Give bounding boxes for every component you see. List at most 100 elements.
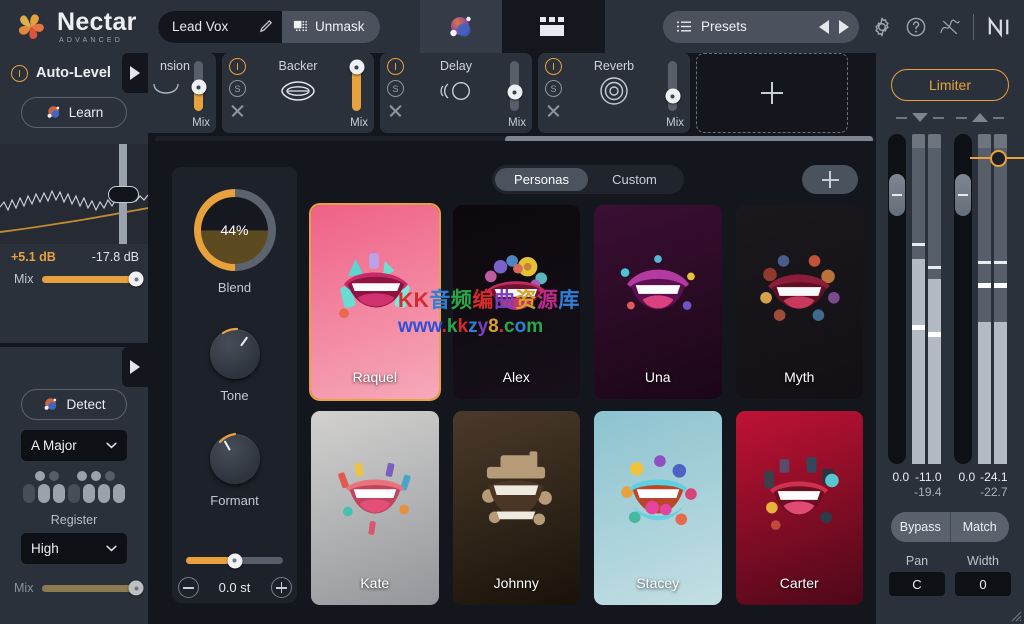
formant-label: Formant xyxy=(210,493,260,508)
autolevel-panel: Auto-Level Learn xyxy=(0,53,148,343)
meters xyxy=(886,134,1014,464)
autolevel-mix-slider[interactable] xyxy=(42,276,136,283)
gear-icon[interactable] xyxy=(871,16,893,38)
delay-icon xyxy=(439,80,473,102)
list-icon xyxy=(677,21,691,32)
module-power-button[interactable] xyxy=(387,58,404,75)
key-expand-button[interactable] xyxy=(122,347,148,387)
output-gain-value: 0.0 xyxy=(958,470,975,500)
tone-knob[interactable]: Tone xyxy=(210,329,260,403)
chevron-down-icon xyxy=(106,442,117,449)
persona-card-carter[interactable]: Carter xyxy=(736,411,864,605)
key-mix-label: Mix xyxy=(14,581,33,595)
limiter-label: Limiter xyxy=(929,77,971,93)
autolevel-title: Auto-Level xyxy=(36,65,111,81)
persona-card-stacey[interactable]: Stacey xyxy=(594,411,722,605)
signal-path-icon[interactable] xyxy=(939,16,961,38)
header-divider xyxy=(973,14,974,40)
output-meter-left xyxy=(978,134,991,464)
module-power-button[interactable] xyxy=(545,58,562,75)
blend-knob[interactable]: 44% Blend xyxy=(194,189,276,295)
module-delay[interactable]: Delay S Mix xyxy=(380,53,532,133)
module-remove-button[interactable] xyxy=(387,102,404,119)
tab-custom[interactable]: Custom xyxy=(588,168,681,191)
module-remove-button[interactable] xyxy=(545,102,562,119)
module-remove-button[interactable] xyxy=(229,102,246,119)
add-module-button[interactable] xyxy=(696,53,848,133)
modules-layout-icon xyxy=(538,16,568,38)
module-mix-fader[interactable] xyxy=(194,61,203,111)
right-panel: Limiter xyxy=(876,53,1024,624)
plus-icon xyxy=(761,82,783,104)
pan-value[interactable]: C xyxy=(889,572,945,596)
persona-card-johnny[interactable]: Johnny xyxy=(453,411,581,605)
formant-slider[interactable] xyxy=(186,557,283,564)
preset-prev-button[interactable] xyxy=(819,20,829,34)
formant-decrement-button[interactable] xyxy=(178,577,199,598)
key-detect-button[interactable]: Detect xyxy=(21,389,127,420)
autolevel-expand-button[interactable] xyxy=(122,53,148,93)
tab-personas[interactable]: Personas xyxy=(495,168,588,191)
input-readout: 0.0 -11.0 -19.4 xyxy=(887,470,947,500)
input-rms-value: -19.4 xyxy=(914,485,941,500)
bypass-button[interactable]: Bypass xyxy=(891,512,950,542)
output-peak-value: -24.1 xyxy=(980,470,1007,484)
module-solo-button[interactable]: S xyxy=(229,80,246,97)
module-mix-fader[interactable] xyxy=(668,61,677,111)
persona-name: Raquel xyxy=(311,369,439,399)
module-mix-fader[interactable] xyxy=(510,61,519,111)
unmask-button[interactable]: Unmask xyxy=(282,11,380,43)
module-solo-button[interactable]: S xyxy=(545,80,562,97)
autolevel-gain-value: +5.1 dB xyxy=(11,250,56,264)
persona-card-kate[interactable]: Kate xyxy=(311,411,439,605)
input-gain-slider[interactable] xyxy=(888,134,906,464)
resize-grip-icon[interactable] xyxy=(1008,608,1022,622)
meter-readouts: 0.0 -11.0 -19.4 0.0 -24.1 -22.7 xyxy=(876,470,1024,500)
persona-card-una[interactable]: Una xyxy=(594,205,722,399)
persona-name: Stacey xyxy=(594,575,722,605)
autolevel-learn-button[interactable]: Learn xyxy=(21,97,127,128)
module-power-button[interactable] xyxy=(229,58,246,75)
presets-label: Presets xyxy=(701,19,747,34)
persona-card-raquel[interactable]: Raquel xyxy=(311,205,439,399)
tab-modules[interactable] xyxy=(502,0,605,53)
limiter-threshold-marker[interactable] xyxy=(970,148,1024,168)
formant-increment-button[interactable] xyxy=(271,577,292,598)
persona-name: Johnny xyxy=(453,575,581,605)
width-value[interactable]: 0 xyxy=(955,572,1011,596)
key-select[interactable]: A Major xyxy=(21,430,127,461)
autolevel-graph[interactable] xyxy=(0,144,148,244)
help-icon[interactable] xyxy=(905,16,927,38)
module-reverb[interactable]: Reverb S Mix xyxy=(538,53,690,133)
bypass-match-group: Bypass Match xyxy=(891,512,1009,542)
module-dimension[interactable]: nsion Mix xyxy=(148,53,216,133)
tab-assistant[interactable] xyxy=(420,0,502,53)
module-mix-fader[interactable] xyxy=(352,61,361,111)
track-name-field[interactable]: Lead Vox xyxy=(158,11,282,43)
preset-next-button[interactable] xyxy=(839,20,849,34)
register-select[interactable]: High xyxy=(21,533,127,564)
key-mix-slider[interactable] xyxy=(42,585,136,592)
formant-knob[interactable]: Formant xyxy=(210,434,260,508)
assistant-blob-icon xyxy=(45,104,62,121)
match-button[interactable]: Match xyxy=(950,512,1010,542)
autolevel-target-handle[interactable] xyxy=(108,186,139,203)
add-persona-button[interactable] xyxy=(802,165,858,194)
assistant-blob-icon xyxy=(446,12,476,42)
output-gain-slider[interactable] xyxy=(954,134,972,464)
persona-card-myth[interactable]: Myth xyxy=(736,205,864,399)
nectar-logo-icon xyxy=(14,10,48,44)
presets-control[interactable]: Presets xyxy=(663,11,859,43)
reverb-icon xyxy=(598,75,630,107)
module-mix-label: Mix xyxy=(192,117,210,129)
pencil-icon[interactable] xyxy=(259,19,274,34)
limiter-button[interactable]: Limiter xyxy=(891,69,1009,101)
autolevel-power-button[interactable] xyxy=(11,65,28,82)
app-header: Nectar ADVANCED Lead Vox xyxy=(0,0,1024,53)
module-backer[interactable]: Backer S Mix xyxy=(222,53,374,133)
module-solo-button[interactable]: S xyxy=(387,80,404,97)
persona-grid: Raquel Alex xyxy=(311,205,863,605)
persona-name: Myth xyxy=(736,369,864,399)
persona-card-alex[interactable]: Alex xyxy=(453,205,581,399)
presets-area: Presets xyxy=(663,11,1024,43)
